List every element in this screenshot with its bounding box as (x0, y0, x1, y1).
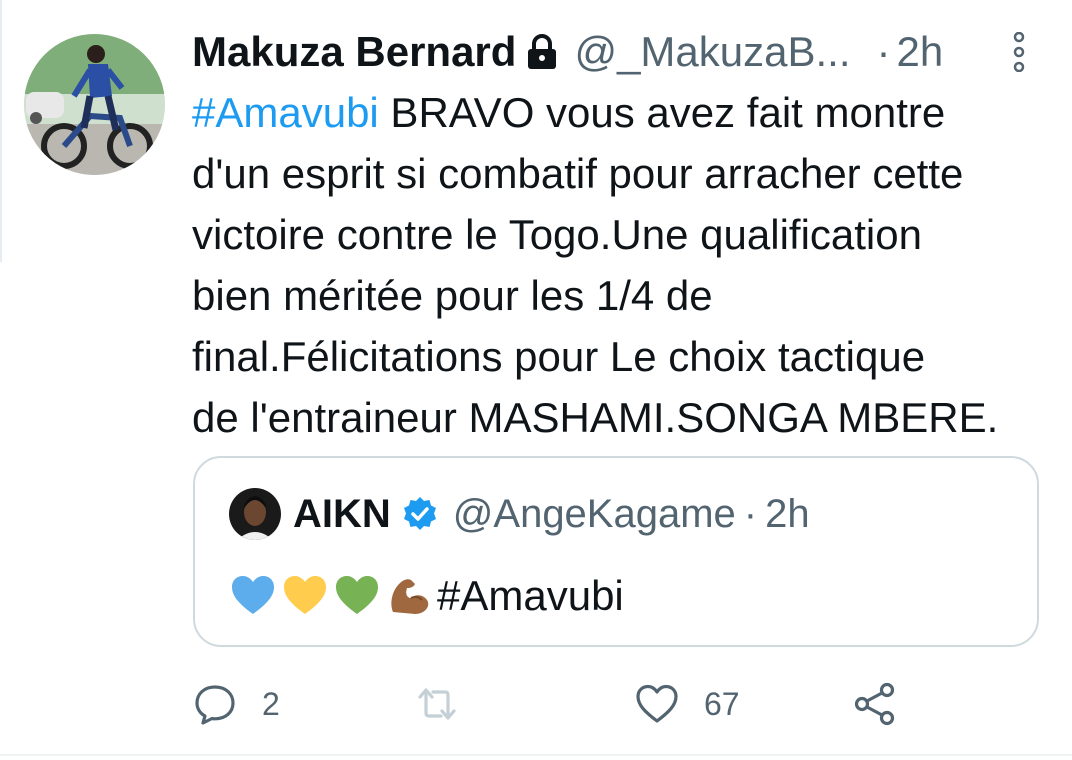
tweet-text-line: de l'entraineur MASHAMI.SONGA MBERE. (192, 394, 999, 441)
thread-divider (0, 0, 2, 262)
author-handle[interactable]: @_MakuzaB... (574, 28, 850, 76)
tweet-text-fragment: BRAVO vous avez fait montre (378, 89, 946, 136)
like-count: 67 (704, 685, 740, 722)
quoted-author-avatar (229, 488, 281, 540)
tweet-text-line: final.Félicitations pour Le choix tactiq… (192, 333, 926, 380)
quoted-avatar-photo (229, 488, 281, 540)
yellow-heart-icon (284, 576, 326, 614)
tweet-actions-bar: 2 67 (192, 676, 1042, 732)
tweet-body: #Amavubi BRAVO vous avez fait montre d'u… (192, 82, 1062, 448)
author-display-name[interactable]: Makuza Bernard (192, 28, 516, 76)
tweet-text-line: bien méritée pour les 1/4 de (192, 272, 713, 319)
flexed-biceps-icon (391, 579, 429, 614)
heart-icon (636, 684, 678, 723)
quoted-hashtag[interactable]: #Amavubi (437, 572, 624, 620)
tweet[interactable]: Makuza Bernard @_MakuzaB... · 2h #Amavub… (0, 0, 1072, 760)
more-options-icon[interactable] (1010, 32, 1028, 72)
author-avatar[interactable] (24, 34, 165, 175)
reply-button[interactable]: 2 (192, 676, 280, 732)
reply-count: 2 (262, 685, 280, 722)
lock-icon (528, 34, 557, 69)
tweet-text-line: d'un esprit si combatif pour arracher ce… (192, 150, 964, 197)
share-button[interactable] (852, 676, 898, 732)
tweet-bottom-divider (0, 754, 1072, 756)
quoted-tweet-timestamp: 2h (765, 491, 810, 536)
quoted-author-handle[interactable]: @AngeKagame (453, 492, 736, 537)
like-button[interactable]: 67 (634, 676, 740, 732)
avatar-photo (24, 34, 165, 175)
quoted-tweet-body: #Amavubi (229, 566, 624, 626)
tweet-header: Makuza Bernard @_MakuzaB... · 2h (192, 24, 1032, 80)
retweet-icon (418, 688, 456, 720)
tweet-text-line: victoire contre le Togo.Une qualificatio… (192, 211, 922, 258)
green-heart-icon (336, 576, 378, 614)
quoted-tweet-card[interactable]: AIKN @AngeKagame · 2h #Amavubi (193, 456, 1039, 647)
header-separator: · (876, 28, 891, 75)
quoted-tweet-header: AIKN @AngeKagame · 2h (229, 486, 810, 542)
retweet-button[interactable] (414, 676, 484, 732)
reply-icon (195, 685, 235, 725)
hashtag-link[interactable]: #Amavubi (192, 89, 379, 136)
tweet-timestamp[interactable]: 2h (897, 28, 944, 76)
quoted-author-name[interactable]: AIKN (293, 492, 391, 537)
quoted-header-separator: · (743, 491, 758, 536)
share-icon (854, 682, 895, 726)
tweet-text-line: #Amavubi BRAVO vous avez fait montre (192, 82, 1062, 143)
blue-heart-icon (232, 576, 274, 614)
verified-badge-icon (403, 497, 436, 530)
